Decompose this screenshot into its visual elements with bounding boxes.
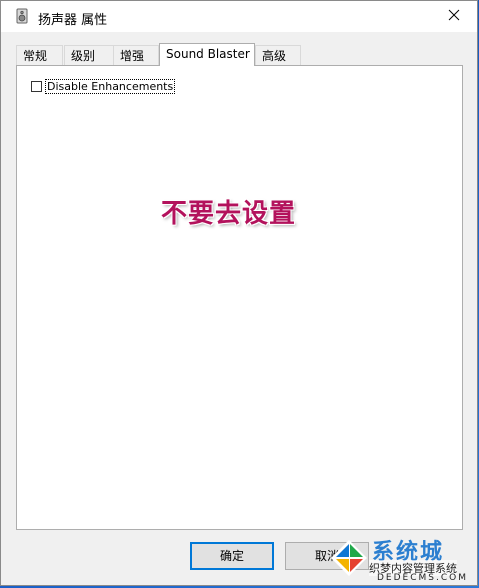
tab-sound-blaster[interactable]: Sound Blaster <box>159 43 255 66</box>
disable-enhancements-row[interactable]: Disable Enhancements <box>31 79 176 94</box>
close-button[interactable] <box>431 1 477 32</box>
close-icon <box>448 9 460 24</box>
tab-general[interactable]: 常规 <box>16 45 63 65</box>
window-title: 扬声器 属性 <box>38 13 108 28</box>
annotation-text: 不要去设置 <box>161 199 297 229</box>
tab-levels[interactable]: 级别 <box>64 45 114 65</box>
ok-button[interactable]: 确定 <box>190 542 274 570</box>
speaker-properties-dialog: 扬声器 属性 常规 级别 增强 Sound Blaster 高级 Disable… <box>0 0 478 586</box>
site-watermark: 系统城 织梦内容管理系统 DEDECMS.COM <box>329 536 479 588</box>
watermark-domain: DEDECMS.COM <box>377 573 468 583</box>
tab-panel: Disable Enhancements <box>16 65 463 530</box>
title-bar[interactable]: 扬声器 属性 <box>1 1 477 32</box>
disable-enhancements-label[interactable]: Disable Enhancements <box>44 79 176 94</box>
disable-enhancements-checkbox[interactable] <box>31 81 42 92</box>
tab-enhancements[interactable]: 增强 <box>113 45 159 65</box>
speaker-icon <box>14 8 30 24</box>
windows-logo-icon <box>329 538 369 578</box>
tab-advanced[interactable]: 高级 <box>255 45 301 65</box>
